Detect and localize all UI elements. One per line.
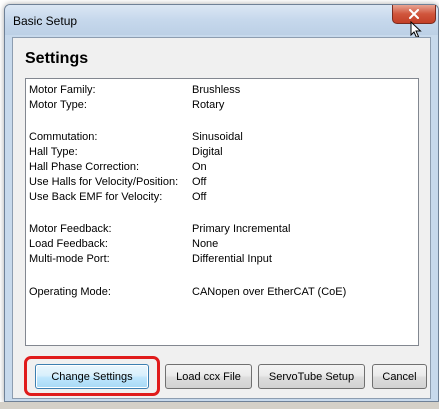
title-bar[interactable]: Basic Setup [5,5,438,39]
setting-row-motor-type: Motor Type: Rotary [26,98,418,112]
setting-label: Motor Feedback: [29,223,112,235]
setting-value: On [192,161,207,173]
setting-label: Load Feedback: [29,238,108,250]
setting-label: Multi-mode Port: [29,253,110,265]
setting-label: Use Back EMF for Velocity: [29,191,163,203]
background-window-edge [0,402,439,409]
setting-label: Hall Type: [29,146,78,158]
setting-row-motor-feedback: Motor Feedback: Primary Incremental [26,222,418,236]
dialog-client-area: Settings Motor Family: Brushless Motor T… [12,37,431,399]
setting-value: CANopen over EtherCAT (CoE) [192,286,347,298]
setting-label: Operating Mode: [29,286,111,298]
setting-row-hall-type: Hall Type: Digital [26,145,418,159]
setting-value: Off [192,176,207,188]
setting-value: Differential Input [192,253,272,265]
setting-value: Off [192,191,207,203]
setting-row-back-emf: Use Back EMF for Velocity: Off [26,190,418,204]
window-title: Basic Setup [13,14,78,28]
setting-value: None [192,238,219,250]
setting-row-halls-velocity: Use Halls for Velocity/Position: Off [26,175,418,189]
setting-value: Digital [192,146,223,158]
setting-row-motor-family: Motor Family: Brushless [26,83,418,97]
settings-heading: Settings [25,50,89,67]
setting-row-hall-phase-correction: Hall Phase Correction: On [26,160,418,174]
settings-summary-box: Motor Family: Brushless Motor Type: Rota… [25,78,419,346]
setting-value: Sinusoidal [192,131,243,143]
setting-row-commutation: Commutation: Sinusoidal [26,130,418,144]
setting-value: Primary Incremental [192,223,291,235]
basic-setup-window: Basic Setup Settings Motor Family: Brush… [4,4,439,402]
load-ccx-file-button[interactable]: Load ccx File [165,364,252,389]
servotube-setup-button[interactable]: ServoTube Setup [258,364,365,389]
setting-label: Motor Type: [29,99,87,111]
change-settings-button[interactable]: Change Settings [35,364,149,389]
setting-row-load-feedback: Load Feedback: None [26,237,418,251]
setting-value: Brushless [192,84,241,96]
setting-label: Commutation: [29,131,98,143]
setting-row-multi-mode-port: Multi-mode Port: Differential Input [26,252,418,266]
close-icon [408,9,420,19]
setting-value: Rotary [192,99,225,111]
setting-label: Motor Family: [29,84,96,96]
setting-row-operating-mode: Operating Mode: CANopen over EtherCAT (C… [26,285,418,299]
setting-label: Hall Phase Correction: [29,161,140,173]
setting-label: Use Halls for Velocity/Position: [29,176,179,188]
cancel-button[interactable]: Cancel [372,364,427,389]
